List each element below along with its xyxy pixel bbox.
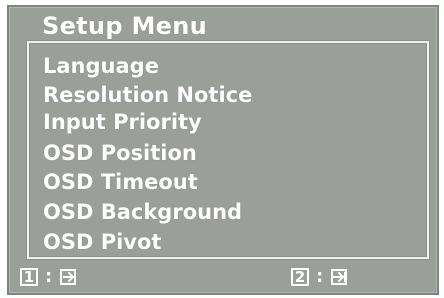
key-1-box: 1 xyxy=(20,268,38,286)
menu-list: Language Resolution Notice Input Priorit… xyxy=(27,41,429,259)
menu-item-osd-timeout[interactable]: OSD Timeout xyxy=(43,169,198,195)
menu-title: Setup Menu xyxy=(42,12,207,40)
key-1-legend: 1 : xyxy=(20,265,77,289)
menu-item-osd-background[interactable]: OSD Background xyxy=(43,199,242,225)
key-2-separator: : xyxy=(316,266,324,287)
key-2-legend: 2 : xyxy=(291,265,348,289)
menu-item-language[interactable]: Language xyxy=(43,53,159,79)
menu-item-osd-position[interactable]: OSD Position xyxy=(43,140,197,166)
key-1-separator: : xyxy=(45,266,53,287)
menu-item-resolution-notice[interactable]: Resolution Notice xyxy=(43,82,252,108)
key-2-box: 2 xyxy=(291,268,309,286)
enter-icon xyxy=(331,269,348,285)
menu-item-osd-pivot[interactable]: OSD Pivot xyxy=(43,229,161,255)
menu-item-input-priority[interactable]: Input Priority xyxy=(43,109,202,135)
setup-menu-panel: Setup Menu Language Resolution Notice In… xyxy=(7,5,439,295)
exit-icon xyxy=(60,269,77,285)
